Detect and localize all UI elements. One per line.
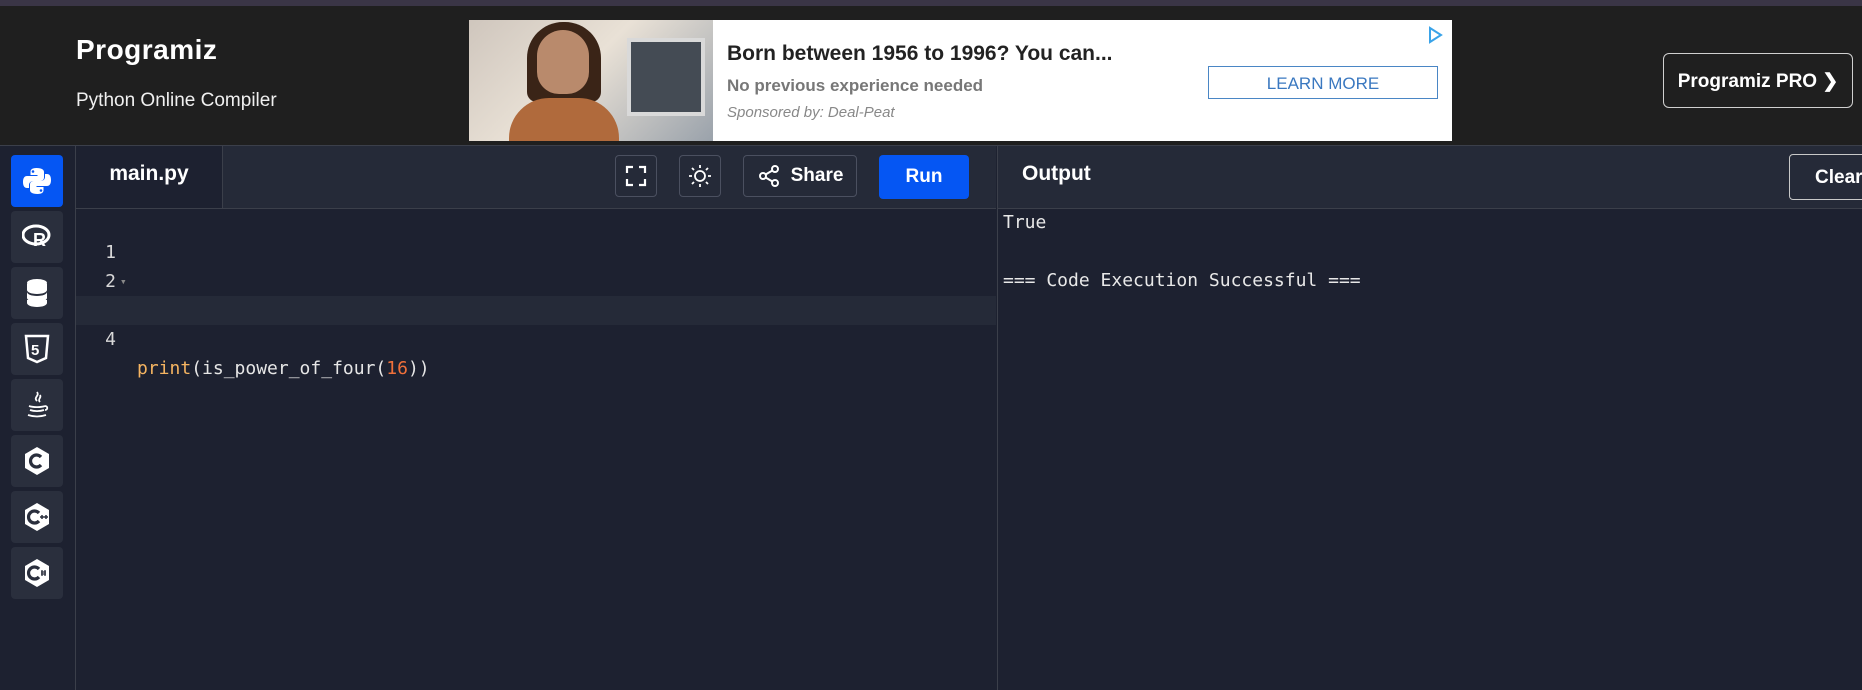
ad-sponsor: Sponsored by: Deal-Peat <box>727 104 895 121</box>
html5-icon: 5 <box>24 334 50 364</box>
sidebar-item-html[interactable]: 5 <box>11 323 63 375</box>
code-line-current[interactable]: 4 print(is_power_of_four(16)) <box>76 296 996 379</box>
sidebar-item-java[interactable] <box>11 379 63 431</box>
sidebar-item-csharp[interactable] <box>11 547 63 599</box>
site-header: Programiz Python Online Compiler Born be… <box>0 6 1862 146</box>
ad-image[interactable] <box>469 20 713 141</box>
output-line: === Code Execution Successful === <box>1003 270 1361 291</box>
adchoices-icon[interactable] <box>1426 26 1444 44</box>
sun-icon <box>689 165 711 187</box>
output-line: True <box>1003 212 1047 233</box>
tab-main-py[interactable]: main.py <box>76 146 223 208</box>
python-icon <box>23 168 51 194</box>
ad-banner[interactable]: Born between 1956 to 1996? You can... No… <box>469 20 1452 141</box>
fullscreen-button[interactable] <box>615 155 657 197</box>
output-console[interactable]: True === Code Execution Successful === <box>997 209 1862 690</box>
sidebar-item-r[interactable]: R <box>11 211 63 263</box>
language-sidebar: R 5 <box>0 146 76 690</box>
programiz-logo[interactable]: Programiz <box>76 34 217 66</box>
ad-learn-more-button[interactable]: LEARN MORE <box>1208 66 1438 99</box>
csharp-icon <box>25 559 49 587</box>
share-icon <box>758 165 779 187</box>
c-icon <box>25 447 49 475</box>
ad-title[interactable]: Born between 1956 to 1996? You can... <box>727 42 1113 66</box>
sidebar-item-cpp[interactable] <box>11 491 63 543</box>
r-icon: R <box>22 224 51 250</box>
sidebar-item-c[interactable] <box>11 435 63 487</box>
code-line[interactable]: 3 <box>76 267 996 321</box>
page-subtitle: Python Online Compiler <box>76 90 277 111</box>
line-number: 4 <box>105 329 116 350</box>
cpp-icon <box>25 503 49 531</box>
java-icon <box>27 391 49 418</box>
programiz-pro-button[interactable]: Programiz PRO ❯ <box>1663 53 1853 108</box>
clear-button[interactable]: Clear <box>1789 154 1862 200</box>
database-icon <box>27 279 47 307</box>
output-title: Output <box>1022 162 1091 185</box>
run-button[interactable]: Run <box>879 155 969 199</box>
code-editor[interactable]: 1 ▾ def is_power_of_four(n: int) -> bool… <box>76 209 996 690</box>
code-line[interactable]: 1 ▾ def is_power_of_four(n: int) -> bool… <box>76 209 996 321</box>
sidebar-item-sql[interactable] <box>11 267 63 319</box>
theme-toggle-button[interactable] <box>679 155 721 197</box>
fullscreen-icon <box>625 165 647 187</box>
ad-description: No previous experience needed <box>727 76 984 95</box>
svg-text:5: 5 <box>31 342 39 359</box>
output-header: Output Clear <box>997 146 1862 209</box>
sidebar-item-python[interactable] <box>11 155 63 207</box>
editor-toolbar: main.py Share <box>76 146 996 209</box>
code-line[interactable]: 2 return n > 0 and (n & (n - 1)) == 0 an… <box>76 238 996 321</box>
share-button[interactable]: Share <box>743 155 857 197</box>
share-label: Share <box>790 165 844 186</box>
svg-text:R: R <box>33 230 46 250</box>
